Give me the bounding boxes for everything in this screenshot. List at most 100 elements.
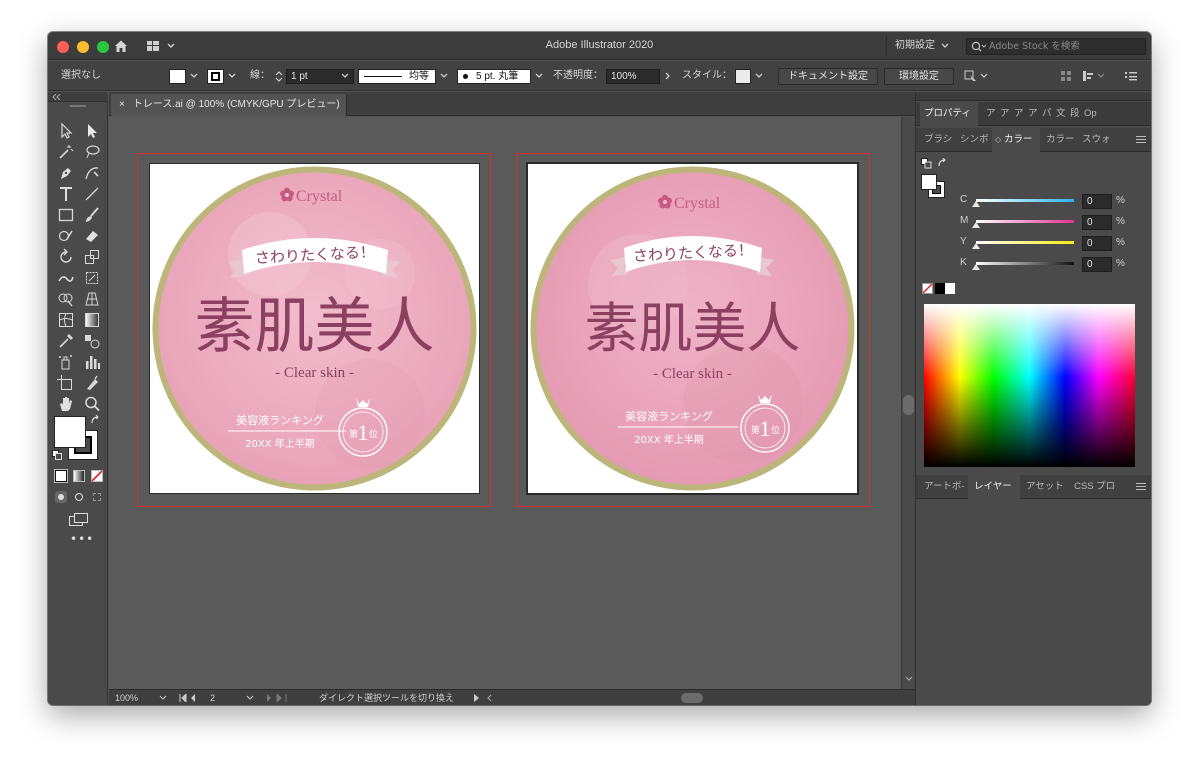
zoom-tool-icon[interactable] <box>83 395 101 413</box>
first-artboard-icon[interactable] <box>179 694 199 702</box>
pen-tool-icon[interactable] <box>57 164 75 182</box>
close-tab-icon[interactable]: × <box>119 99 125 110</box>
brush-select[interactable]: 5 pt. 丸筆 <box>457 69 531 84</box>
tab-a4[interactable]: ア <box>1024 102 1038 126</box>
black-slider-knob[interactable] <box>972 264 980 270</box>
symbol-sprayer-tool-icon[interactable] <box>57 353 75 371</box>
chevron-right-icon[interactable] <box>665 72 671 80</box>
align-icon[interactable] <box>1060 70 1072 82</box>
next-artboard-icon[interactable] <box>266 694 288 702</box>
paintbrush-tool-icon[interactable] <box>83 206 101 224</box>
tab-a2[interactable]: ア <box>996 102 1010 126</box>
tab-opentype[interactable]: Op <box>1080 102 1100 126</box>
tab-assets[interactable]: アセット <box>1022 475 1068 499</box>
black-slider[interactable] <box>976 262 1074 265</box>
style-swatch[interactable] <box>735 69 751 84</box>
curvature-tool-icon[interactable] <box>83 164 101 182</box>
color-fill-swatch[interactable] <box>921 174 937 190</box>
tab-a3[interactable]: ア <box>1010 102 1024 126</box>
tab-paragraph[interactable]: 段 <box>1066 102 1080 126</box>
tab-character[interactable]: 文 <box>1052 102 1066 126</box>
draw-normal-icon[interactable] <box>55 491 67 503</box>
more-tools-icon[interactable]: ••• <box>70 533 93 546</box>
tab-css-properties[interactable]: CSS プロ <box>1070 475 1118 499</box>
yellow-value[interactable]: 0 <box>1082 236 1112 251</box>
blend-tool-icon[interactable] <box>83 332 101 350</box>
canvas[interactable]: Crystal さわりたくなる！ 素肌美人 - Clear skin - 美容液… <box>109 117 901 689</box>
tab-artboards[interactable]: アートボ- <box>920 475 966 499</box>
cyan-slider-knob[interactable] <box>972 201 980 207</box>
magenta-value[interactable]: 0 <box>1082 215 1112 230</box>
none-mode-icon[interactable] <box>91 470 103 482</box>
artboard-tool-icon[interactable] <box>57 374 75 392</box>
chevron-down-icon[interactable] <box>535 72 543 80</box>
lasso-tool-icon[interactable] <box>83 143 101 161</box>
collapse-icon[interactable] <box>52 94 62 100</box>
tab-properties[interactable]: プロパティ <box>920 102 978 126</box>
shaper-tool-icon[interactable] <box>57 227 75 245</box>
chevron-down-icon[interactable] <box>440 72 448 80</box>
free-transform-tool-icon[interactable] <box>83 269 101 287</box>
artboard-2[interactable]: Crystal さわりたくなる！ 素肌美人 - Clear skin - 美容液… <box>528 164 857 493</box>
scroll-left-icon[interactable] <box>486 694 492 702</box>
color-mode-icon[interactable] <box>54 469 68 483</box>
panel-menu-icon[interactable] <box>1136 136 1146 144</box>
chevron-down-icon[interactable] <box>905 676 913 682</box>
scale-tool-icon[interactable] <box>83 248 101 266</box>
chevron-down-icon[interactable] <box>228 72 236 80</box>
transform-icon[interactable] <box>1082 70 1108 82</box>
fill-swatch[interactable] <box>169 69 186 84</box>
stock-search-input[interactable]: Adobe Stock を検索 <box>966 38 1146 55</box>
panel-menu-icon[interactable] <box>1136 483 1146 491</box>
yellow-slider[interactable] <box>976 241 1074 244</box>
tab-color[interactable]: ◇ カラー <box>992 128 1040 152</box>
type-tool-icon[interactable] <box>57 185 75 203</box>
default-colors-icon[interactable] <box>921 158 932 169</box>
vertical-scroll-thumb[interactable] <box>903 395 914 415</box>
swap-colors-icon[interactable] <box>937 158 947 168</box>
vertical-scrollbar[interactable] <box>901 117 915 689</box>
tab-brushes[interactable]: ブラシ <box>920 128 954 152</box>
direct-selection-tool-icon[interactable] <box>83 122 101 140</box>
eyedropper-tool-icon[interactable] <box>57 332 75 350</box>
gradient-tool-icon[interactable] <box>83 311 101 329</box>
swap-fill-stroke-icon[interactable] <box>90 415 100 425</box>
badge-illustration[interactable]: Crystal さわりたくなる！ 素肌美人 - Clear skin - 美容液… <box>150 164 479 493</box>
rotate-tool-icon[interactable] <box>57 248 75 266</box>
black-value[interactable]: 0 <box>1082 257 1112 272</box>
black-swatch[interactable] <box>935 283 945 294</box>
cyan-value[interactable]: 0 <box>1082 194 1112 209</box>
stepper-icon[interactable] <box>275 70 283 83</box>
eraser-tool-icon[interactable] <box>83 227 101 245</box>
play-icon[interactable] <box>473 694 481 702</box>
magenta-slider-knob[interactable] <box>972 222 980 228</box>
gradient-mode-icon[interactable] <box>73 470 85 482</box>
opacity-field[interactable]: 100% <box>606 69 660 84</box>
none-swatch-icon[interactable] <box>922 283 933 294</box>
line-tool-icon[interactable] <box>83 185 101 203</box>
cyan-slider[interactable] <box>976 199 1074 202</box>
screen-mode-icon[interactable] <box>68 512 90 528</box>
hand-tool-icon[interactable] <box>57 395 75 413</box>
badge-illustration[interactable]: Crystal さわりたくなる！ 素肌美人 - Clear skin - 美容液… <box>528 164 857 493</box>
color-spectrum[interactable] <box>924 304 1135 467</box>
white-swatch[interactable] <box>945 283 955 294</box>
fill-color-swatch[interactable] <box>54 416 86 448</box>
horizontal-scroll-thumb[interactable] <box>681 693 703 703</box>
warp-tool-icon[interactable] <box>57 269 75 287</box>
stroke-profile-select[interactable]: 均等 <box>358 69 436 84</box>
chevron-down-icon[interactable] <box>341 72 349 80</box>
preferences-button[interactable]: 環境設定 <box>884 68 954 85</box>
document-tab[interactable]: × トレース.ai @ 100% (CMYK/GPU プレビュー) <box>111 94 347 116</box>
tab-layers[interactable]: レイヤー <box>968 475 1020 499</box>
stroke-swatch[interactable] <box>207 69 224 84</box>
zoom-level[interactable]: 100% <box>115 690 138 705</box>
panel-menu-icon[interactable] <box>1125 71 1137 81</box>
tab-symbols[interactable]: シンボ <box>956 128 992 152</box>
column-graph-tool-icon[interactable] <box>83 353 101 371</box>
selection-tool-icon[interactable] <box>57 122 75 140</box>
magenta-slider[interactable] <box>976 220 1074 223</box>
workspace-preset-dropdown[interactable]: 初期設定 <box>886 36 956 56</box>
tab-a1[interactable]: ア <box>982 102 996 126</box>
default-colors-icon[interactable] <box>52 450 62 460</box>
